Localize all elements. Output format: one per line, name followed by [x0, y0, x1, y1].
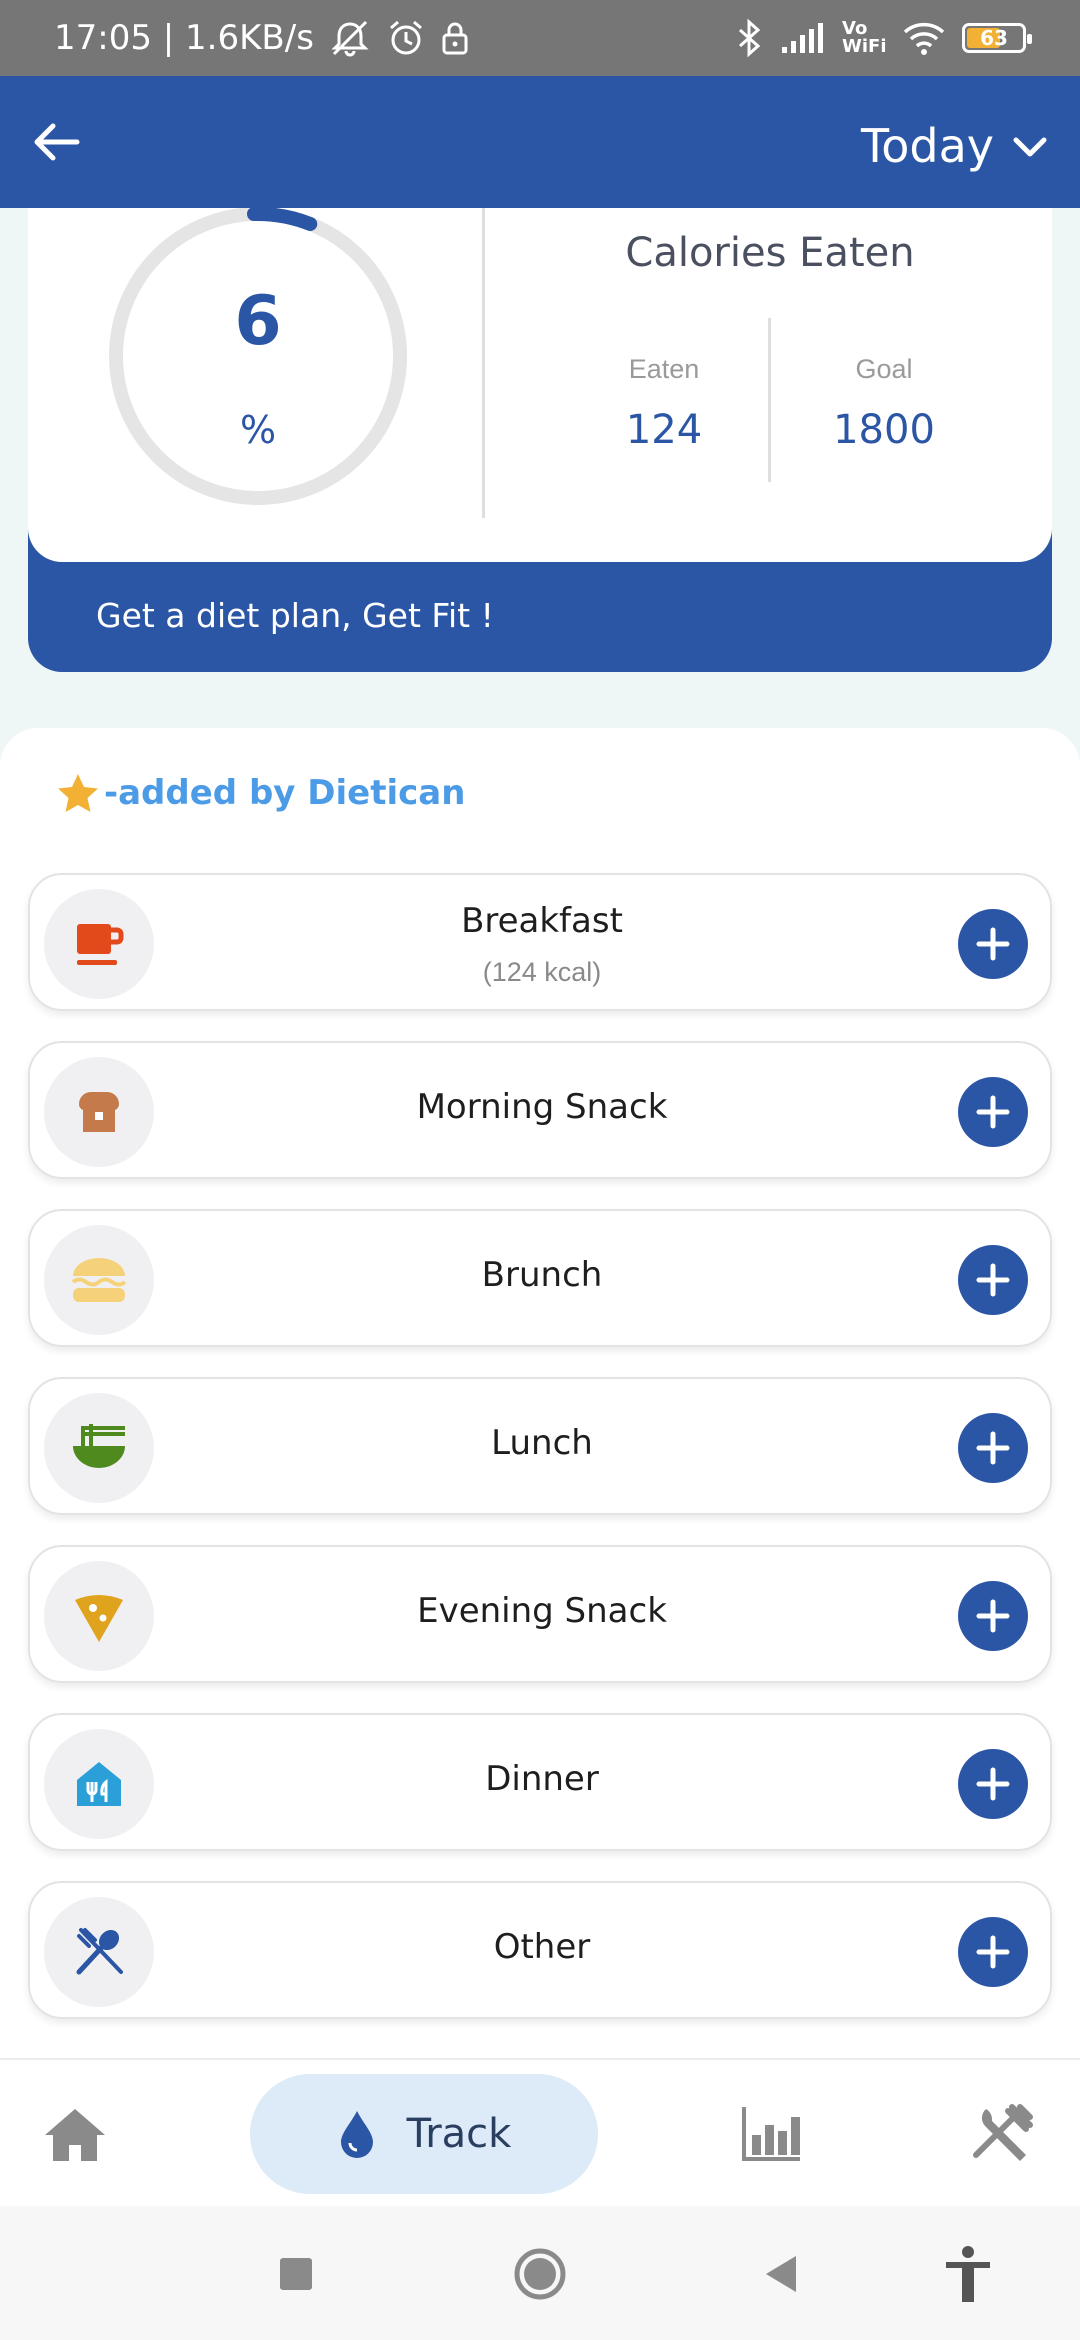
calories-card: 6 % Calories Eaten Eaten 124 Goal 1800 — [28, 208, 1052, 562]
add-other-button[interactable] — [958, 1917, 1028, 1987]
meal-lunch[interactable]: Lunch — [28, 1377, 1052, 1515]
chevron-down-icon — [1013, 137, 1047, 157]
star-icon — [58, 774, 98, 812]
utensils-icon — [973, 2104, 1033, 2161]
calories-progress-ring: 6 % — [108, 208, 468, 528]
eaten-stat: Eaten 124 — [554, 354, 774, 453]
date-selector[interactable]: Today — [861, 106, 1050, 186]
add-lunch-button[interactable] — [958, 1413, 1028, 1483]
meal-kcal: (124 kcal) — [482, 957, 602, 987]
battery-percent: 63 — [980, 26, 1008, 50]
wifi-icon — [902, 20, 946, 56]
dietician-legend: -added by Dietican — [56, 772, 465, 814]
calories-percent-value: 6 — [234, 282, 282, 361]
add-breakfast-button[interactable] — [958, 909, 1028, 979]
back-button[interactable] — [18, 104, 94, 180]
nav-diet[interactable] — [958, 2094, 1048, 2174]
battery-icon: 63 — [962, 23, 1032, 53]
calories-percent-unit: % — [239, 408, 277, 452]
stat-divider — [768, 318, 771, 482]
system-nav-bar — [0, 2206, 1080, 2340]
eaten-label: Eaten — [628, 354, 700, 384]
muted-bell-icon — [328, 18, 372, 58]
goal-label: Goal — [855, 354, 913, 384]
accessibility-icon — [946, 2246, 990, 2302]
plus-icon — [976, 1935, 1010, 1969]
triangle-back-icon — [766, 2256, 796, 2292]
nav-reports[interactable] — [726, 2094, 816, 2174]
meal-name: Lunch — [491, 1423, 593, 1463]
meal-other[interactable]: Other — [28, 1881, 1052, 2019]
goal-stat: Goal 1800 — [774, 354, 994, 453]
bottom-nav: Track — [0, 2058, 1080, 2206]
bluetooth-icon — [734, 18, 764, 58]
meal-name: Brunch — [481, 1255, 603, 1295]
nav-track-label: Track — [406, 2111, 512, 2157]
recents-button[interactable] — [258, 2236, 334, 2312]
legend-text: -added by Dietican — [104, 773, 466, 813]
ring-progress-arc — [247, 208, 318, 231]
date-selector-label: Today — [860, 119, 994, 173]
meals-panel: -added by Dietican Breakfast (124 kcal) … — [0, 728, 1080, 2058]
vowifi-label: Vo WiFi — [842, 18, 887, 57]
circle-icon — [514, 2248, 566, 2300]
nav-home[interactable] — [30, 2094, 120, 2174]
home-icon — [45, 2109, 105, 2161]
square-icon — [280, 2258, 312, 2290]
add-brunch-button[interactable] — [958, 1245, 1028, 1315]
plus-icon — [976, 1767, 1010, 1801]
add-dinner-button[interactable] — [958, 1749, 1028, 1819]
accessibility-button[interactable] — [930, 2236, 1006, 2312]
meal-morning-snack[interactable]: Morning Snack — [28, 1041, 1052, 1179]
meal-dinner[interactable]: Dinner — [28, 1713, 1052, 1851]
nav-track[interactable]: Track — [250, 2074, 598, 2194]
arrow-left-icon — [34, 123, 80, 161]
meal-name: Other — [493, 1927, 591, 1967]
card-divider — [482, 208, 485, 518]
signal-icon — [780, 21, 826, 55]
goal-value: 1800 — [833, 407, 935, 453]
plus-icon — [976, 1599, 1010, 1633]
lock-icon — [440, 19, 470, 57]
back-system-button[interactable] — [742, 2236, 818, 2312]
plus-icon — [976, 1263, 1010, 1297]
diet-plan-banner-text: Get a diet plan, Get Fit ! — [96, 596, 494, 635]
alarm-icon — [386, 18, 426, 58]
add-evening-snack-button[interactable] — [958, 1581, 1028, 1651]
eaten-value: 124 — [625, 407, 703, 453]
add-morning-snack-button[interactable] — [958, 1077, 1028, 1147]
plus-icon — [976, 1431, 1010, 1465]
calories-title: Calories Eaten — [625, 230, 915, 276]
meal-brunch[interactable]: Brunch — [28, 1209, 1052, 1347]
bar-chart-icon — [742, 2107, 800, 2161]
meal-name: Breakfast — [461, 901, 623, 941]
status-bar: 17:05 | 1.6KB/s Vo WiFi 63 — [0, 0, 1080, 76]
status-time: 17:05 | 1.6KB/s — [54, 18, 314, 58]
meal-breakfast[interactable]: Breakfast (124 kcal) — [28, 873, 1052, 1011]
meal-name: Evening Snack — [417, 1591, 667, 1631]
meal-evening-snack[interactable]: Evening Snack — [28, 1545, 1052, 1683]
plus-icon — [976, 927, 1010, 961]
meal-name: Morning Snack — [416, 1087, 668, 1127]
meal-name: Dinner — [485, 1759, 599, 1799]
home-system-button[interactable] — [502, 2236, 578, 2312]
water-drop-icon — [340, 2111, 373, 2158]
app-bar: Today — [0, 76, 1080, 208]
plus-icon — [976, 1095, 1010, 1129]
